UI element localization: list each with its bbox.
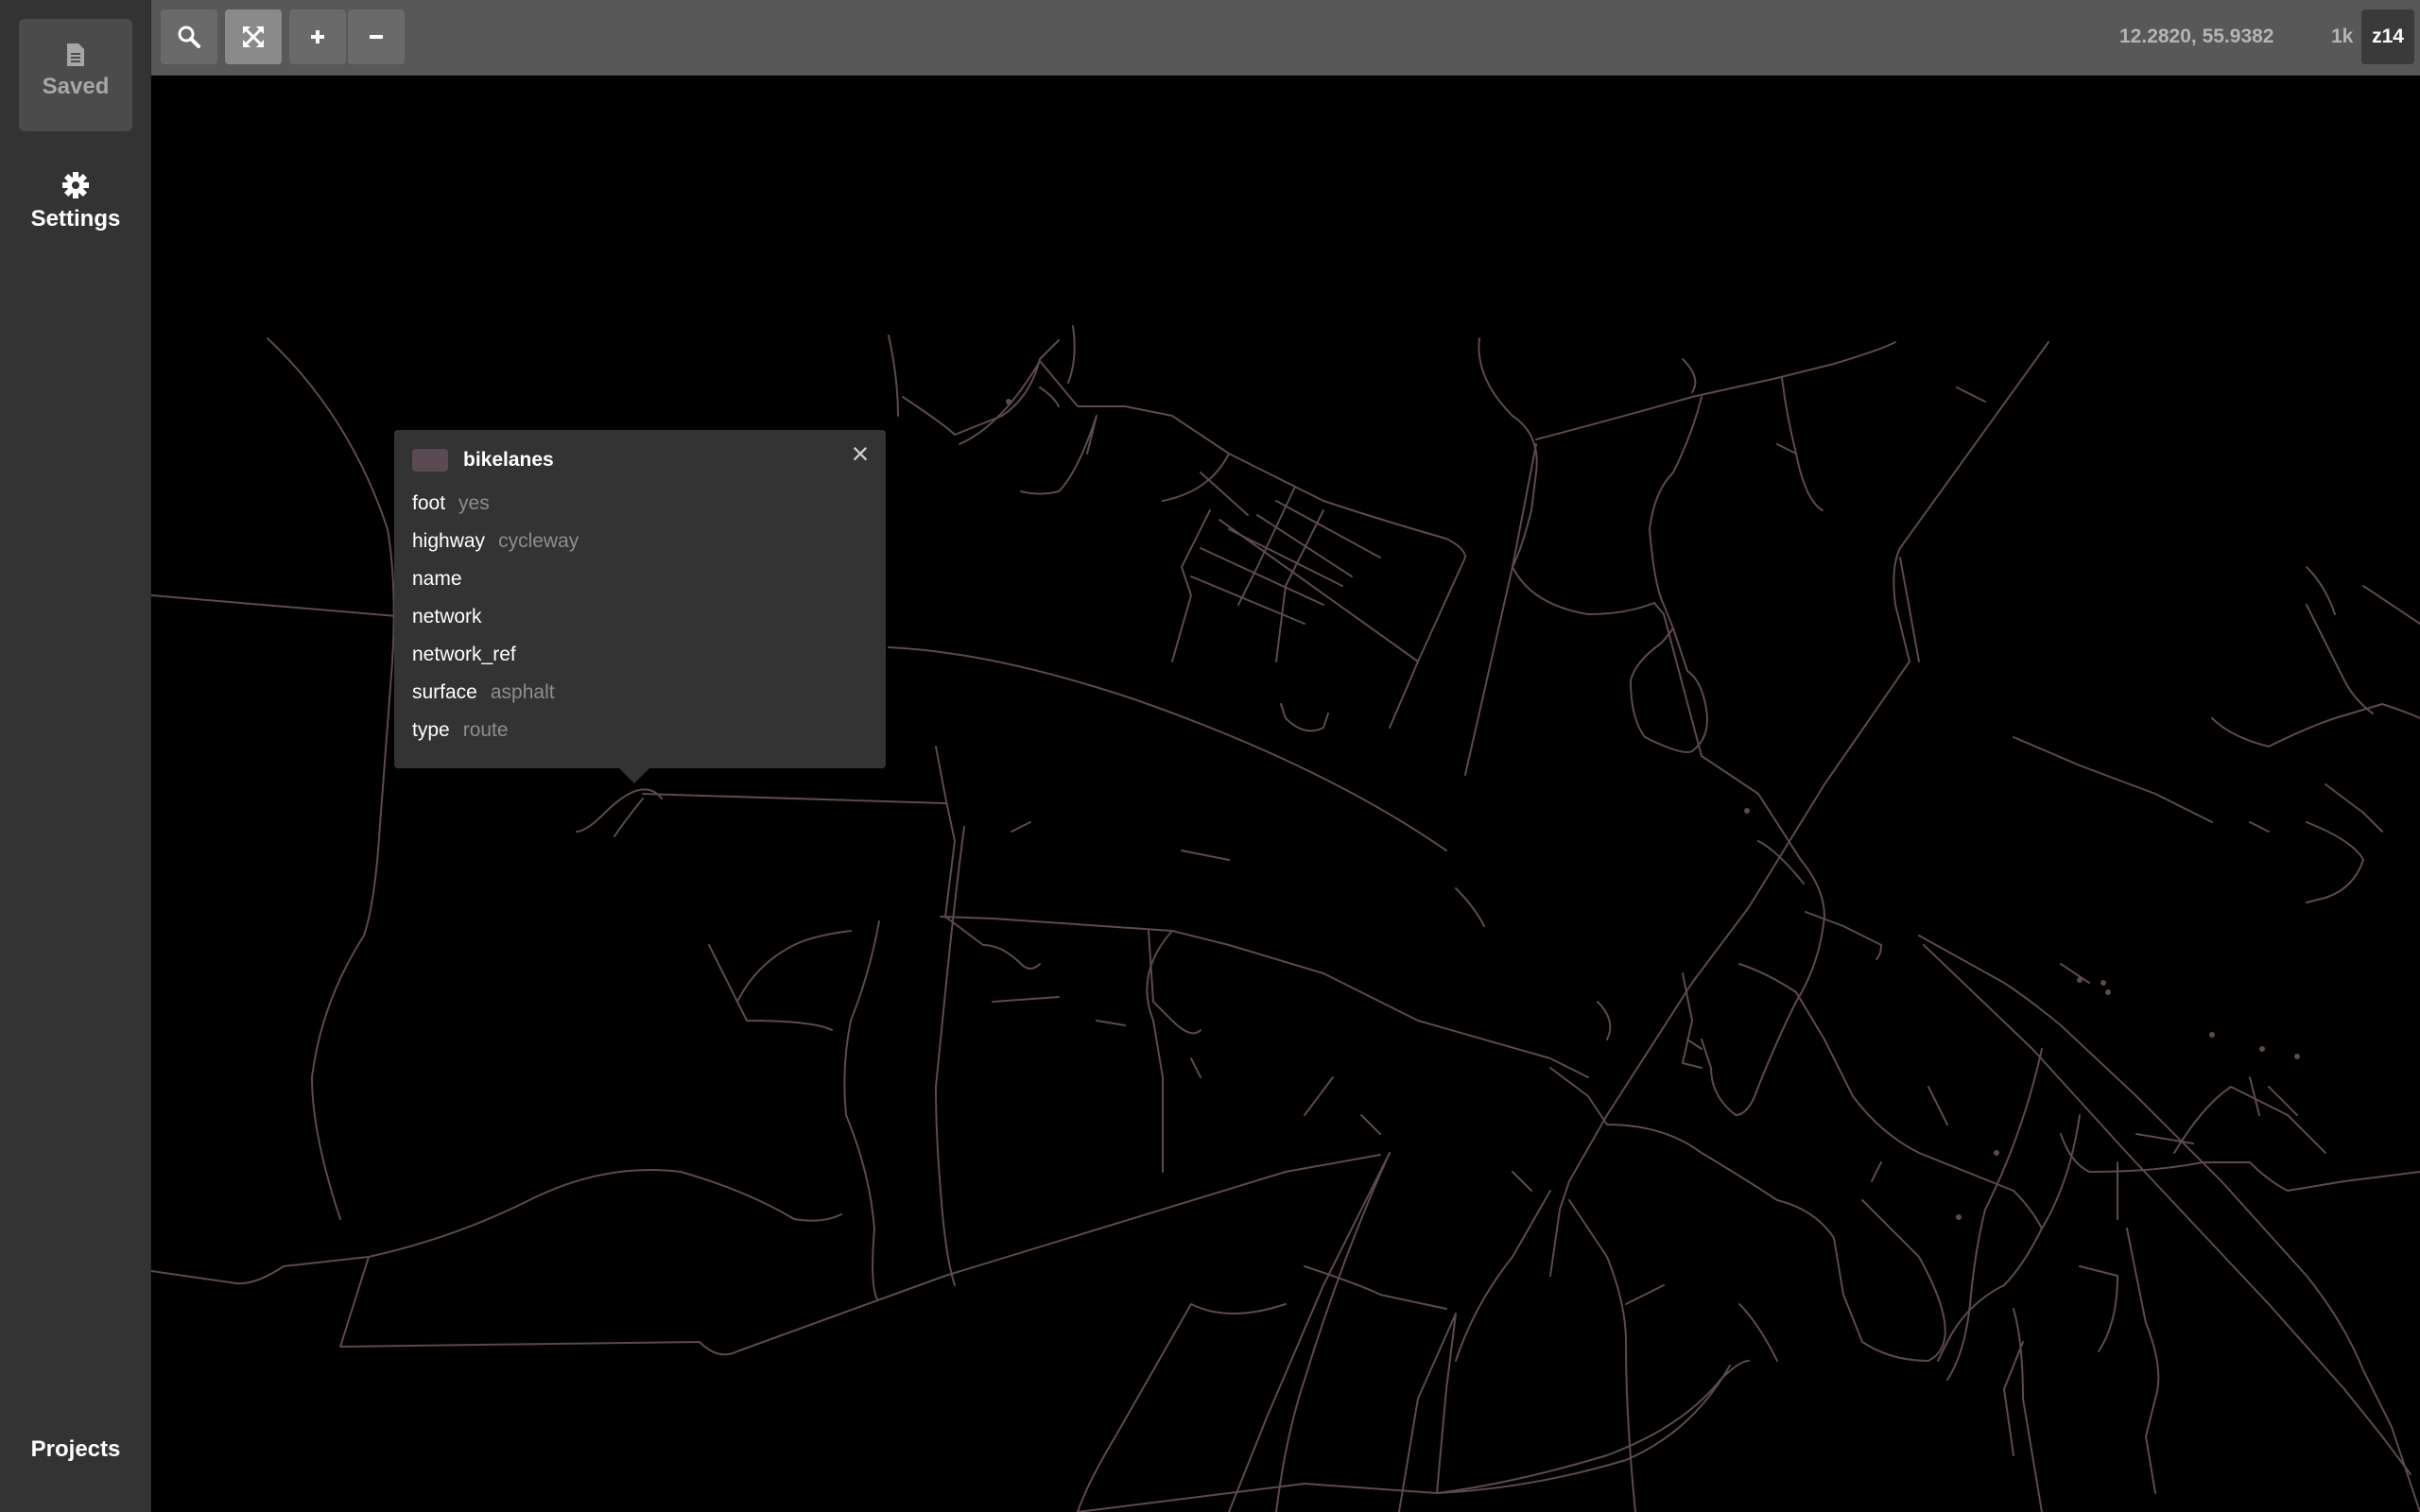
popup-header: bikelanes bbox=[412, 447, 868, 473]
settings-label: Settings bbox=[30, 206, 121, 232]
property-value: asphalt bbox=[490, 681, 555, 703]
property-row: surface asphalt bbox=[412, 674, 868, 712]
property-list: foot yes highway cycleway name network net… bbox=[412, 485, 868, 749]
plus-icon bbox=[311, 30, 324, 43]
property-row: foot yes bbox=[412, 485, 868, 523]
fit-extent-button[interactable] bbox=[225, 9, 282, 64]
projects-label: Projects bbox=[30, 1436, 121, 1462]
map-canvas[interactable] bbox=[151, 76, 2420, 1512]
property-row: highway cycleway bbox=[412, 523, 868, 560]
property-key: highway bbox=[412, 530, 486, 552]
property-key: network_ref bbox=[412, 644, 516, 665]
property-value: cycleway bbox=[498, 530, 579, 552]
saved-label: Saved bbox=[42, 74, 110, 99]
property-row: network_ref bbox=[412, 636, 868, 674]
property-key: name bbox=[412, 568, 462, 590]
property-key: network bbox=[412, 606, 482, 627]
zoom-level-badge[interactable]: z14 bbox=[2361, 9, 2414, 64]
toolbar: 12.2820, 55.9382 1k z14 bbox=[151, 0, 2420, 76]
property-key: foot bbox=[412, 492, 446, 514]
coordinates-readout: 12.2820, 55.9382 bbox=[2119, 26, 2274, 47]
property-row: name bbox=[412, 560, 868, 598]
close-icon[interactable]: × bbox=[846, 438, 874, 469]
saved-button[interactable]: Saved bbox=[19, 19, 132, 131]
map-lines bbox=[151, 325, 2420, 1512]
scale-readout: 1k bbox=[2331, 26, 2354, 47]
zoom-in-button[interactable] bbox=[289, 9, 346, 64]
property-row: network bbox=[412, 598, 868, 636]
search-icon bbox=[178, 26, 200, 48]
expand-icon bbox=[243, 26, 264, 47]
layer-name: bikelanes bbox=[463, 449, 554, 471]
document-icon bbox=[19, 42, 132, 68]
layer-color-swatch bbox=[412, 449, 448, 472]
search-button[interactable] bbox=[161, 9, 217, 64]
projects-button[interactable]: Projects bbox=[19, 1436, 132, 1474]
property-value: yes bbox=[458, 492, 490, 514]
property-key: surface bbox=[412, 681, 477, 703]
settings-button[interactable]: Settings bbox=[19, 170, 132, 246]
minus-icon bbox=[370, 35, 383, 39]
property-value: route bbox=[462, 719, 509, 741]
feature-popup: bikelanes × foot yes highway cycleway name… bbox=[394, 430, 886, 783]
sidebar: Saved Settings Projects bbox=[0, 0, 151, 1512]
property-key: type bbox=[412, 719, 450, 741]
gear-icon bbox=[19, 170, 132, 200]
zoom-out-button[interactable] bbox=[348, 9, 405, 64]
property-row: type route bbox=[412, 712, 868, 749]
